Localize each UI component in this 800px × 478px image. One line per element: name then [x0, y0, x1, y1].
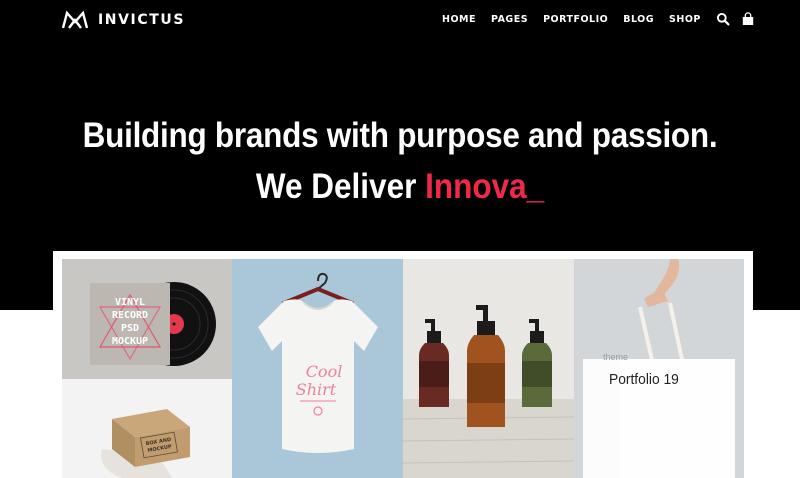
brand-name: INVICTUS	[98, 12, 186, 28]
portfolio-tile-bottles[interactable]	[403, 259, 574, 478]
typed-lead-text: We Deliver	[255, 167, 426, 206]
shirt-mockup-image: Cool Shirt	[232, 259, 403, 478]
hero-typed-line: We Deliver Innova_	[40, 163, 760, 211]
typed-word: Innova	[425, 167, 527, 206]
portfolio-tile-shirt[interactable]: Cool Shirt	[232, 259, 403, 478]
hero-headline: Building brands with purpose and passion…	[82, 116, 718, 155]
portfolio-hover-caption: theme	[603, 352, 629, 362]
logo-crown-icon	[62, 10, 88, 29]
vinyl-art-line-1: VINYL	[115, 297, 145, 308]
search-icon[interactable]	[716, 12, 730, 26]
vinyl-art-line-2: RECORD	[112, 310, 148, 321]
nav-shop[interactable]: SHOP	[669, 14, 701, 25]
main-nav: HOME PAGES PORTFOLIO BLOG SHOP	[442, 10, 755, 28]
portfolio-tile-box[interactable]: BOX AND MOCKUP	[62, 379, 232, 478]
nav-pages[interactable]: PAGES	[491, 14, 528, 25]
nav-portfolio[interactable]: PORTFOLIO	[543, 14, 608, 25]
brand-logo[interactable]: INVICTUS	[62, 10, 185, 30]
portfolio-hover-card[interactable]: theme Portfolio 19	[583, 352, 735, 478]
vinyl-art-line-4: MOCKUP	[112, 336, 148, 347]
shirt-art-line-1: Cool	[306, 362, 343, 381]
bottles-mockup-image	[403, 259, 574, 478]
shirt-art-line-2: Shirt	[296, 380, 337, 399]
nav-home[interactable]: HOME	[442, 14, 476, 25]
cart-icon[interactable]	[741, 12, 755, 26]
portfolio-tile-vinyl[interactable]: VINYL RECORD PSD MOCKUP	[62, 259, 232, 379]
portfolio-hover-title[interactable]: Portfolio 19	[609, 371, 679, 388]
vinyl-record-image: VINYL RECORD PSD MOCKUP	[62, 259, 232, 379]
box-mockup-image: BOX AND MOCKUP	[62, 379, 232, 478]
typed-cursor: _	[526, 167, 545, 206]
nav-blog[interactable]: BLOG	[623, 14, 654, 25]
vinyl-art-line-3: PSD	[121, 323, 139, 334]
